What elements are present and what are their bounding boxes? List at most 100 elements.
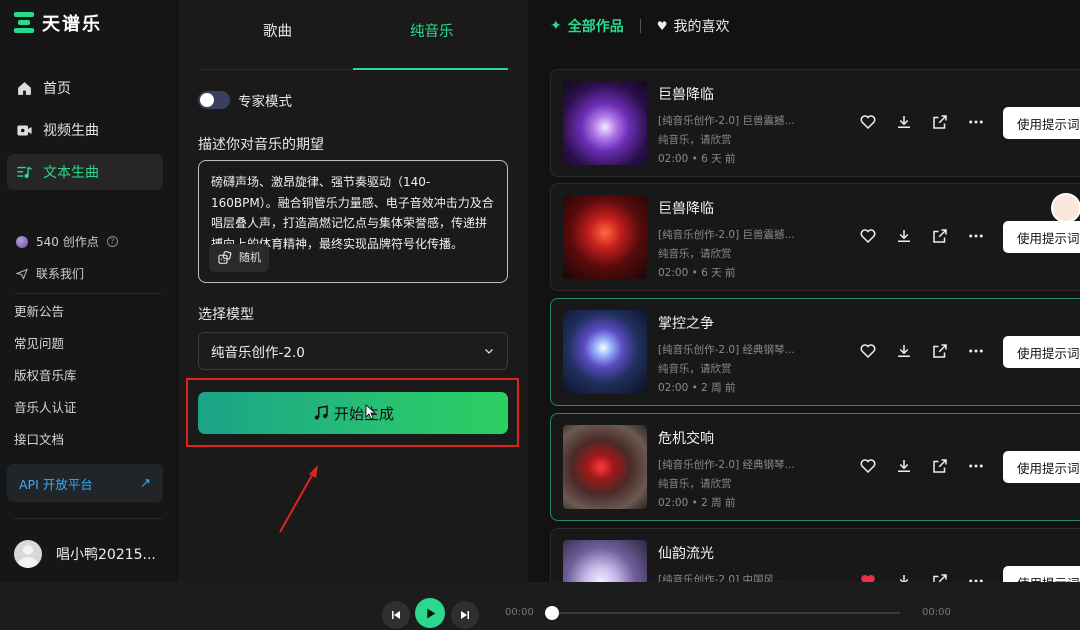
model-select[interactable]: 纯音乐创作-2.0 xyxy=(198,332,508,370)
divider xyxy=(14,293,162,294)
user-profile[interactable]: 唱小鸭20215... xyxy=(14,540,156,568)
song-cover[interactable] xyxy=(563,425,647,509)
song-title: 仙韵流光 xyxy=(658,546,714,562)
link-faq[interactable]: 常见问题 xyxy=(14,335,77,367)
song-actions xyxy=(859,342,985,364)
play-button[interactable] xyxy=(415,598,445,628)
song-title: 危机交响 xyxy=(658,431,714,447)
song-title: 巨兽降临 xyxy=(658,87,714,103)
text-music-icon xyxy=(17,166,32,178)
model-value: 纯音乐创作-2.0 xyxy=(211,345,305,361)
tab-all-works[interactable]: ✦ 全部作品 xyxy=(550,16,624,36)
help-icon[interactable]: ? xyxy=(106,236,118,247)
song-time: 02:00 • 2 周 前 xyxy=(658,382,736,394)
tab-my-favorites[interactable]: ♥ 我的喜欢 xyxy=(657,16,730,36)
nav-home-label: 首页 xyxy=(43,81,71,97)
use-prompt-button[interactable]: 使用提示词 xyxy=(1003,107,1080,139)
random-label: 随机 xyxy=(239,250,261,264)
works-tabs: ✦ 全部作品 ♥ 我的喜欢 xyxy=(550,16,730,36)
song-title: 掌控之争 xyxy=(658,316,714,332)
username: 唱小鸭20215... xyxy=(56,547,156,563)
song-cover[interactable] xyxy=(563,310,647,394)
song-actions xyxy=(859,227,985,249)
link-api-docs[interactable]: 接口文档 xyxy=(14,431,77,463)
use-prompt-button[interactable]: 使用提示词 xyxy=(1003,336,1080,368)
video-icon xyxy=(17,125,32,135)
logo-mark-icon xyxy=(14,12,34,34)
song-tags: 纯音乐，请欣赏 xyxy=(658,363,732,375)
download-icon[interactable] xyxy=(895,113,913,135)
expert-mode-label: 专家模式 xyxy=(238,94,292,110)
home-icon xyxy=(18,81,31,95)
song-cover[interactable] xyxy=(563,195,647,279)
song-card[interactable]: 危机交响 [纯音乐创作-2.0] 经典钢琴... 纯音乐，请欣赏 02:00 • 2 … xyxy=(550,413,1080,521)
more-icon[interactable] xyxy=(967,457,985,479)
description-text: 磅礴声场、激昂旋律、强节奏驱动（140-160BPM）。融合铜管乐力量感、电子音… xyxy=(211,175,494,251)
nav-home[interactable]: 首页 xyxy=(7,70,163,106)
use-prompt-button[interactable]: 使用提示词 xyxy=(1003,451,1080,483)
share-icon[interactable] xyxy=(931,113,949,135)
progress-track[interactable] xyxy=(552,612,900,614)
song-tags: 纯音乐，请欣赏 xyxy=(658,248,732,260)
song-time: 02:00 • 6 天 前 xyxy=(658,153,736,165)
credits[interactable]: 540 创作点 ? xyxy=(16,233,118,250)
api-platform-button[interactable]: API 开放平台 ↗ xyxy=(7,464,163,502)
share-icon[interactable] xyxy=(931,457,949,479)
tab-fav-label: 我的喜欢 xyxy=(673,19,730,35)
describe-label: 描述你对音乐的期望 xyxy=(198,137,324,153)
tab-underline xyxy=(353,68,508,70)
contact-label: 联系我们 xyxy=(36,267,85,281)
like-icon[interactable] xyxy=(859,342,877,364)
prev-button[interactable] xyxy=(382,601,410,629)
nav-text-music-label: 文本生曲 xyxy=(43,165,99,181)
song-card[interactable]: 巨兽降临 [纯音乐创作-2.0] 巨兽震撼... 纯音乐，请欣赏 02:00 • 6 … xyxy=(550,69,1080,177)
share-icon[interactable] xyxy=(931,227,949,249)
download-icon[interactable] xyxy=(895,227,913,249)
download-icon[interactable] xyxy=(895,342,913,364)
use-prompt-button[interactable]: 使用提示词 xyxy=(1003,221,1080,253)
song-desc: [纯音乐创作-2.0] 巨兽震撼... xyxy=(658,115,795,127)
link-copyright-library[interactable]: 版权音乐库 xyxy=(14,367,77,399)
expert-mode-toggle[interactable] xyxy=(198,91,230,109)
song-desc: [纯音乐创作-2.0] 巨兽震撼... xyxy=(658,229,795,241)
nav-text-music[interactable]: 文本生曲 xyxy=(7,154,163,190)
avatar xyxy=(14,540,42,568)
more-icon[interactable] xyxy=(967,342,985,364)
song-cover[interactable] xyxy=(563,81,647,165)
link-musician-cert[interactable]: 音乐人认证 xyxy=(14,399,77,431)
player-bar xyxy=(0,582,1080,630)
footer-links: 更新公告 常见问题 版权音乐库 音乐人认证 接口文档 xyxy=(14,303,77,463)
song-card[interactable]: 巨兽降临 [纯音乐创作-2.0] 巨兽震撼... 纯音乐，请欣赏 02:00 • 6 … xyxy=(550,183,1080,291)
song-card[interactable]: 掌控之争 [纯音乐创作-2.0] 经典钢琴... 纯音乐，请欣赏 02:00 • 2 … xyxy=(550,298,1080,406)
song-time: 02:00 • 2 周 前 xyxy=(658,497,736,509)
tab-song[interactable]: 歌曲 xyxy=(263,20,292,41)
credits-label: 540 创作点 xyxy=(36,235,99,249)
next-button[interactable] xyxy=(451,601,479,629)
tab-instrumental[interactable]: 纯音乐 xyxy=(410,20,454,41)
floating-avatar[interactable] xyxy=(1051,193,1080,223)
highlight-box xyxy=(186,378,519,447)
skip-forward-icon xyxy=(461,611,469,619)
random-button[interactable]: 随机 xyxy=(209,244,269,272)
link-announcement[interactable]: 更新公告 xyxy=(14,303,77,335)
contact-us[interactable]: 联系我们 xyxy=(16,265,84,282)
like-icon[interactable] xyxy=(859,227,877,249)
nav-video-music[interactable]: 视频生曲 xyxy=(7,112,163,148)
heart-icon: ♥ xyxy=(656,19,668,33)
song-tags: 纯音乐，请欣赏 xyxy=(658,134,732,146)
progress-knob[interactable] xyxy=(545,606,559,620)
more-icon[interactable] xyxy=(967,227,985,249)
download-icon[interactable] xyxy=(895,457,913,479)
song-tags: 纯音乐，请欣赏 xyxy=(658,478,732,490)
description-textarea[interactable]: 磅礴声场、激昂旋律、强节奏驱动（140-160BPM）。融合铜管乐力量感、电子音… xyxy=(198,160,508,283)
logo[interactable]: 天谱乐 xyxy=(14,10,102,36)
annotation-arrow-icon xyxy=(279,465,318,533)
like-icon[interactable] xyxy=(859,457,877,479)
share-icon[interactable] xyxy=(931,342,949,364)
expert-mode-row: 专家模式 xyxy=(198,90,292,110)
more-icon[interactable] xyxy=(967,113,985,135)
like-icon[interactable] xyxy=(859,113,877,135)
song-actions xyxy=(859,113,985,135)
song-actions xyxy=(859,457,985,479)
dice-icon xyxy=(218,250,232,264)
